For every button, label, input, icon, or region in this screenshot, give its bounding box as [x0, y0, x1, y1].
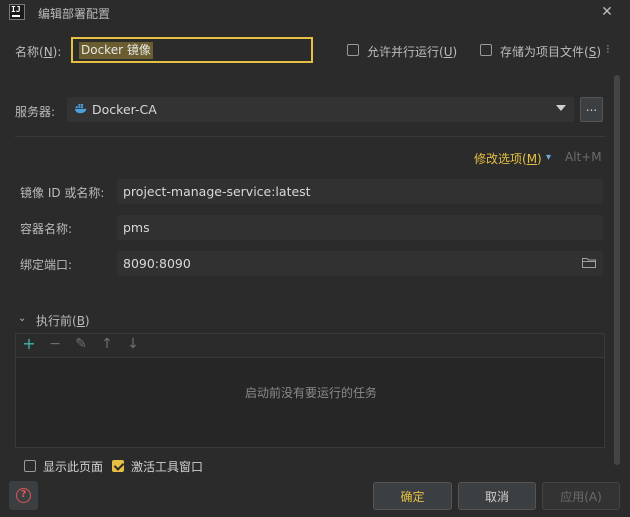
- modify-options-link[interactable]: 修改选项(M): [474, 150, 542, 167]
- store-project-file-checkbox[interactable]: [480, 44, 492, 56]
- empty-task-list-text: 启动前没有要运行的任务: [244, 386, 377, 400]
- port-binding-input[interactable]: 8090:8090: [117, 251, 603, 276]
- name-input[interactable]: Docker 镜像: [71, 37, 313, 63]
- port-binding-label: 绑定端口:: [20, 258, 73, 272]
- dialog-title: 编辑部署配置: [38, 7, 111, 21]
- server-value: Docker-CA: [92, 102, 157, 117]
- before-launch-label[interactable]: 执行前(B): [36, 312, 90, 329]
- folder-icon[interactable]: [582, 257, 596, 268]
- kebab-menu-icon[interactable]: ⁝: [606, 42, 610, 56]
- chevron-down-icon[interactable]: [556, 105, 566, 111]
- server-label: 服务器:: [15, 105, 56, 119]
- name-input-value: Docker 镜像: [79, 42, 153, 59]
- container-name-label: 容器名称:: [20, 222, 73, 236]
- docker-icon: [74, 104, 87, 114]
- activate-tool-window-label[interactable]: 激活工具窗口: [131, 458, 203, 475]
- vertical-scrollbar[interactable]: [614, 75, 620, 465]
- remove-icon[interactable]: −: [48, 337, 62, 351]
- apply-button[interactable]: 应用(A): [542, 482, 620, 510]
- help-button[interactable]: ?: [9, 481, 38, 510]
- show-page-checkbox[interactable]: [24, 460, 36, 472]
- container-name-input-value: pms: [123, 220, 150, 235]
- edit-icon[interactable]: ✎: [74, 337, 88, 351]
- store-project-file-label[interactable]: 存储为项目文件(S): [500, 43, 601, 60]
- allow-parallel-label[interactable]: 允许并行运行(U): [367, 43, 457, 60]
- image-label: 镜像 ID 或名称:: [20, 186, 105, 200]
- close-icon[interactable]: ✕: [598, 3, 616, 21]
- cancel-button[interactable]: 取消: [458, 482, 536, 510]
- image-input[interactable]: project-manage-service:latest: [117, 179, 603, 204]
- allow-parallel-checkbox[interactable]: [347, 44, 359, 56]
- modify-options-chevron-icon[interactable]: ▾: [546, 152, 551, 163]
- help-icon: ?: [16, 488, 31, 503]
- image-input-value: project-manage-service:latest: [123, 184, 311, 199]
- move-up-icon[interactable]: ↑: [100, 337, 114, 351]
- intellij-app-icon: IJ: [9, 4, 25, 20]
- activate-tool-window-checkbox[interactable]: [112, 460, 124, 472]
- server-more-button[interactable]: ...: [580, 97, 603, 122]
- port-binding-input-value: 8090:8090: [123, 256, 191, 271]
- before-launch-chevron-icon[interactable]: ⌄: [18, 313, 26, 324]
- ok-button[interactable]: 确定: [373, 482, 452, 510]
- show-page-label[interactable]: 显示此页面: [43, 458, 103, 475]
- before-launch-task-list: 启动前没有要运行的任务: [15, 357, 605, 448]
- container-name-input[interactable]: pms: [117, 215, 603, 240]
- name-label: 名称(N):: [15, 45, 62, 59]
- modify-options-shortcut: Alt+M: [565, 150, 602, 164]
- separator: [15, 136, 605, 137]
- add-icon[interactable]: +: [22, 336, 36, 352]
- move-down-icon[interactable]: ↓: [126, 337, 140, 351]
